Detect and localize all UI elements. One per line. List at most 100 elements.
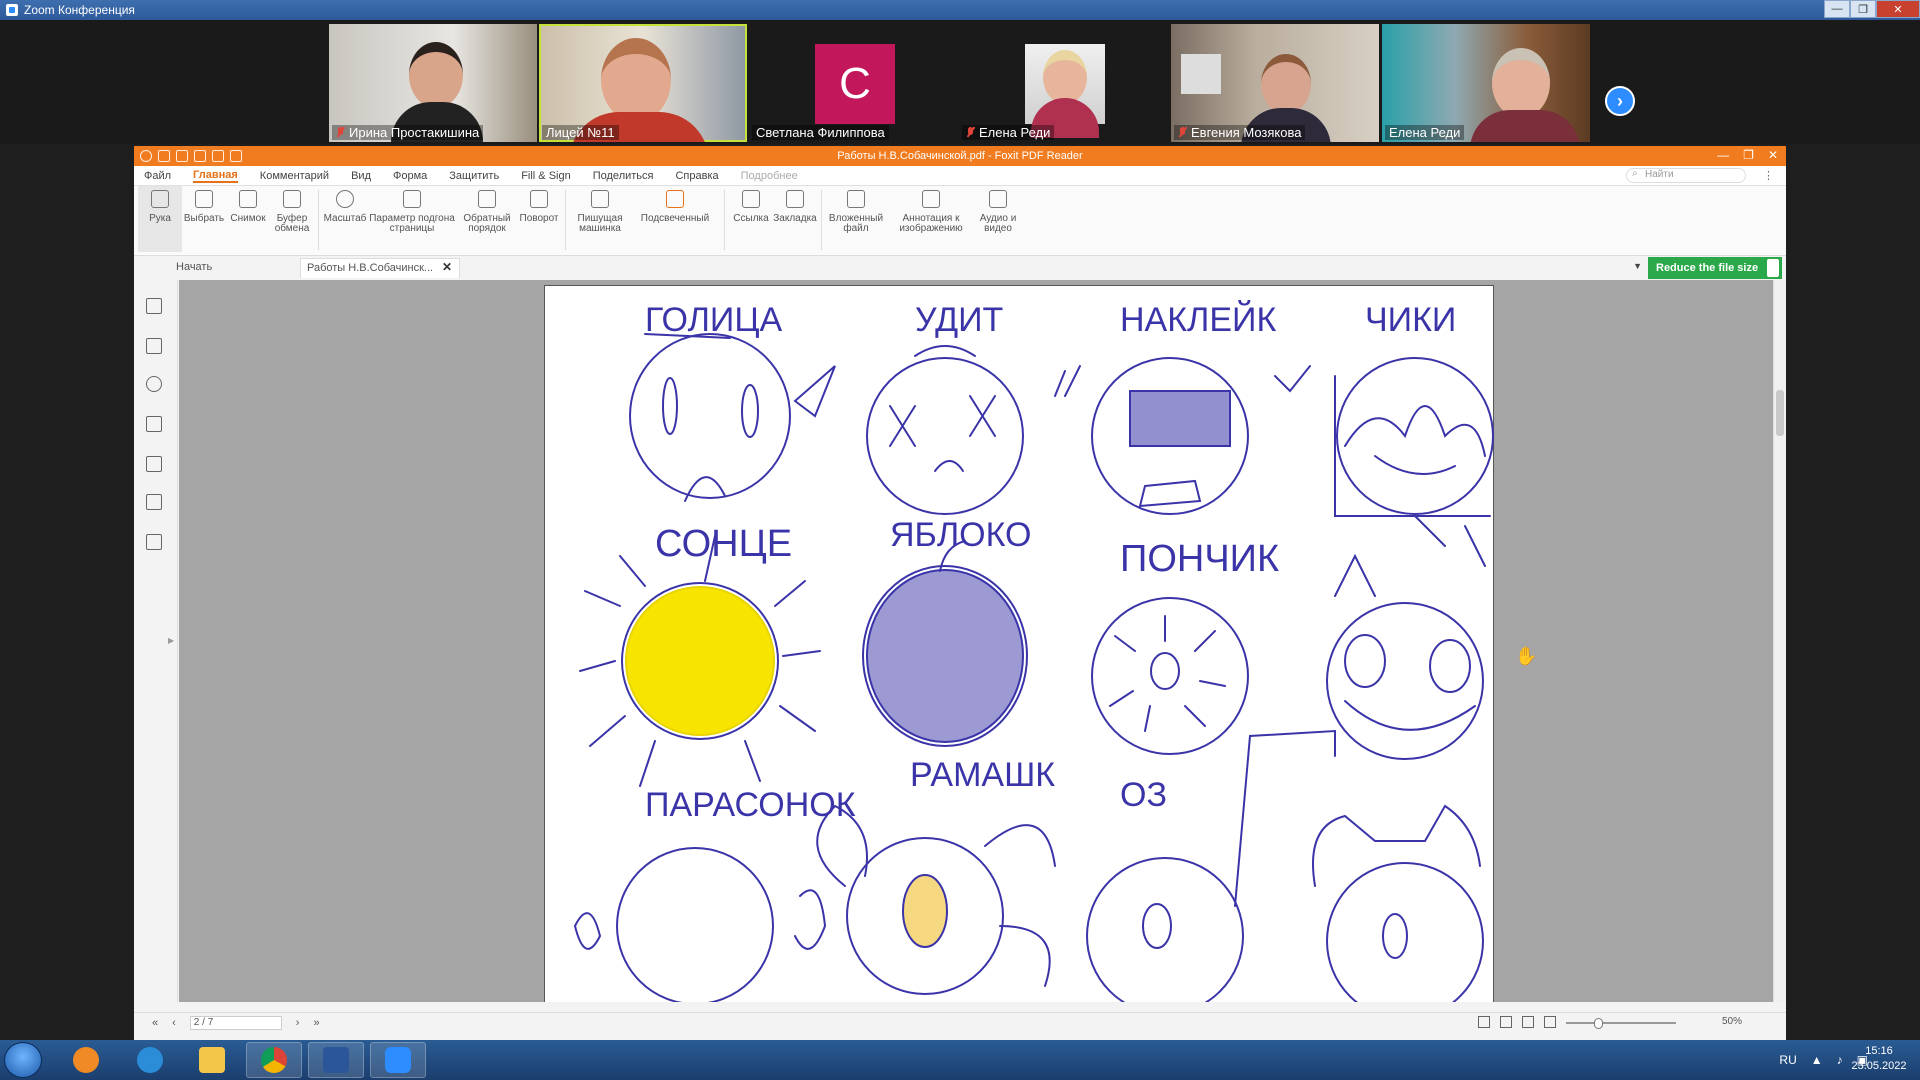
reduce-file-size-button[interactable]: Reduce the file size — [1648, 257, 1782, 279]
zoom-slider[interactable] — [1566, 1018, 1676, 1029]
clipboard-button[interactable]: Буфер обмена — [270, 186, 314, 252]
media-player-taskbar-button[interactable] — [58, 1042, 114, 1078]
participant-name: Елена Реди — [962, 125, 1055, 140]
word-icon — [323, 1047, 349, 1073]
tab-start[interactable]: Начать — [170, 258, 290, 278]
audio-video-button[interactable]: Аудио и видео — [976, 186, 1020, 252]
more-options-icon[interactable]: ⋮ — [1763, 169, 1774, 182]
continuous-view-icon[interactable] — [1500, 1016, 1512, 1028]
participant-tile[interactable]: С Светлана Филиппова — [749, 24, 957, 142]
participant-tile[interactable]: Евгения Мозякова — [1171, 24, 1379, 142]
attachment-icon — [847, 190, 865, 208]
hand-icon — [151, 190, 169, 208]
menu-help[interactable]: Справка — [675, 170, 718, 182]
bookmark-button[interactable]: Закладка — [773, 186, 817, 252]
volume-icon[interactable]: ♪ — [1837, 1053, 1843, 1067]
menu-form[interactable]: Форма — [393, 170, 427, 182]
menu-protect[interactable]: Защитить — [449, 170, 499, 182]
continuous-facing-view-icon[interactable] — [1544, 1016, 1556, 1028]
drawing-label: РАМАШК — [910, 756, 1055, 794]
fit-page-button[interactable]: Параметр подгона страницы — [367, 186, 457, 252]
tab-document[interactable]: Работы Н.В.Собачинск... — [300, 258, 460, 278]
start-button[interactable] — [4, 1042, 42, 1078]
scrollbar-thumb[interactable] — [1776, 390, 1784, 436]
drawing-label: ПОНЧИК — [1120, 538, 1279, 580]
single-page-view-icon[interactable] — [1478, 1016, 1490, 1028]
search-input[interactable]: Найти — [1626, 168, 1746, 183]
explorer-taskbar-button[interactable] — [184, 1042, 240, 1078]
foxit-ribbon: Рука Выбрать Снимок Буфер обмена Масштаб… — [134, 186, 1786, 256]
first-page-icon[interactable]: « — [152, 1017, 158, 1029]
next-page-arrow-icon[interactable]: › — [1605, 86, 1635, 116]
vertical-scrollbar[interactable] — [1773, 280, 1786, 1002]
attachments-panel-icon[interactable] — [146, 456, 162, 472]
menu-home[interactable]: Главная — [193, 169, 238, 183]
comments-panel-icon[interactable] — [146, 376, 162, 392]
participant-avatar: С — [815, 44, 895, 124]
restore-button[interactable]: ❐ — [1743, 148, 1754, 162]
page-canvas[interactable]: ГОЛИЦА УДИТ НАКЛЕЙК ЧИКИ СОНЦЕ ЯБЛОКО ПО… — [179, 280, 1773, 1002]
bookmark-panel-icon[interactable] — [146, 298, 162, 314]
layers-panel-icon[interactable] — [146, 416, 162, 432]
minimize-button[interactable]: — — [1717, 148, 1729, 162]
reverse-order-button[interactable]: Обратный порядок — [457, 186, 517, 252]
clock[interactable]: 15:16 23.05.2022 — [1844, 1044, 1914, 1074]
rotate-button[interactable]: Поворот — [517, 186, 561, 252]
participant-tile[interactable]: Елена Реди — [959, 24, 1167, 142]
zoom-icon — [336, 190, 354, 208]
snapshot-icon — [239, 190, 257, 208]
collapse-panel-icon[interactable]: ▶ — [168, 636, 174, 645]
page-number-input[interactable]: 2 / 7 — [189, 1015, 282, 1030]
foxit-reader-window: Работы Н.В.Собачинской.pdf - Foxit PDF R… — [134, 146, 1786, 1040]
hand-tool-button[interactable]: Рука — [138, 186, 182, 252]
tab-list-dropdown-icon[interactable]: ▼ — [1633, 261, 1642, 271]
next-page-icon[interactable]: › — [296, 1017, 300, 1029]
participant-tile-active-speaker[interactable]: Лицей №11 — [539, 24, 747, 142]
participant-name: Елена Реди — [1385, 125, 1465, 140]
participant-name: Лицей №11 — [542, 125, 619, 140]
participant-name: Евгения Мозякова — [1174, 125, 1306, 140]
minimize-button[interactable]: — — [1824, 0, 1850, 18]
image-annotation-button[interactable]: Аннотация к изображению — [886, 186, 976, 252]
menu-comment[interactable]: Комментарий — [260, 170, 329, 182]
menu-file[interactable]: Файл — [144, 170, 171, 182]
snapshot-button[interactable]: Снимок — [226, 186, 270, 252]
zoom-level[interactable]: 50% — [1722, 1016, 1742, 1027]
participant-tile[interactable]: Ирина Простакишина — [329, 24, 537, 142]
show-hidden-icons-icon[interactable]: ▲ — [1811, 1053, 1823, 1067]
participant-name: Светлана Филиппова — [752, 125, 889, 140]
menu-view[interactable]: Вид — [351, 170, 371, 182]
ie-taskbar-button[interactable] — [122, 1042, 178, 1078]
previous-page-icon[interactable]: ‹ — [172, 1017, 176, 1029]
menu-share[interactable]: Поделиться — [593, 170, 654, 182]
participant-tile[interactable]: Елена Реди — [1382, 24, 1590, 142]
attachment-button[interactable]: Вложенный файл — [826, 186, 886, 252]
zoom-taskbar-button[interactable] — [370, 1042, 426, 1078]
menu-fill-sign[interactable]: Fill & Sign — [521, 170, 571, 182]
pages-panel-icon[interactable] — [146, 338, 162, 354]
participant-avatar — [1025, 44, 1105, 138]
close-button[interactable]: ✕ — [1876, 0, 1920, 18]
highlight-button[interactable]: Подсвеченный — [630, 186, 720, 252]
link-button[interactable]: Ссылка — [729, 186, 773, 252]
clipboard-icon — [283, 190, 301, 208]
extension-icon — [1767, 259, 1779, 277]
zoom-window-title: Zoom Конференция — [24, 3, 135, 17]
word-taskbar-button[interactable] — [308, 1042, 364, 1078]
maximize-button[interactable]: ❐ — [1850, 0, 1876, 18]
zoom-button[interactable]: Масштаб — [323, 186, 367, 252]
menu-more[interactable]: Подробнее — [741, 170, 798, 182]
language-indicator[interactable]: RU — [1779, 1053, 1796, 1067]
close-tab-icon[interactable]: ✕ — [442, 260, 452, 274]
typewriter-button[interactable]: Пишущая машинка — [570, 186, 630, 252]
facing-view-icon[interactable] — [1522, 1016, 1534, 1028]
fit-page-icon — [403, 190, 421, 208]
chrome-taskbar-button[interactable] — [246, 1042, 302, 1078]
signature-panel-icon[interactable] — [146, 534, 162, 550]
security-panel-icon[interactable] — [146, 494, 162, 510]
close-button[interactable]: ✕ — [1768, 148, 1778, 162]
printer-in-background — [1181, 54, 1221, 94]
last-page-icon[interactable]: » — [313, 1017, 319, 1029]
clock-time: 15:16 — [1865, 1045, 1893, 1057]
select-tool-button[interactable]: Выбрать — [182, 186, 226, 252]
